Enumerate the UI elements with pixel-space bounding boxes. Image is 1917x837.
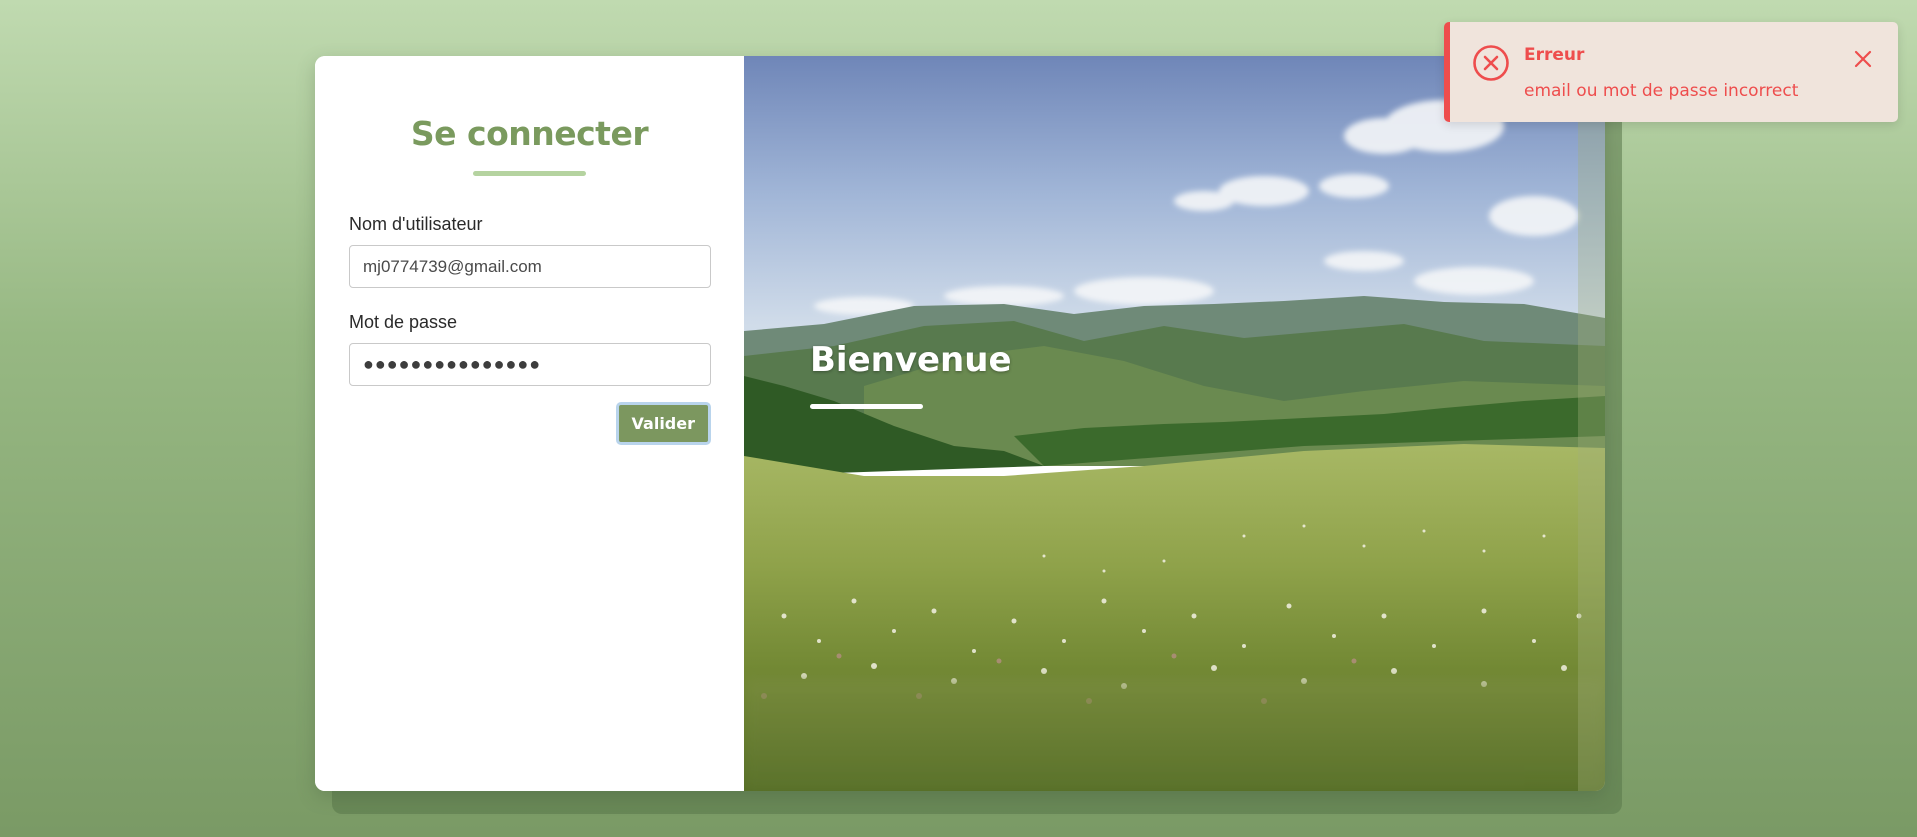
username-label: Nom d'utilisateur — [349, 214, 483, 234]
title-underline — [473, 171, 586, 176]
toast-message: email ou mot de passe incorrect — [1524, 81, 1799, 101]
password-input[interactable] — [349, 343, 711, 386]
welcome-heading: Bienvenue — [810, 340, 1012, 380]
password-label: Mot de passe — [349, 312, 458, 332]
error-circle-x-icon — [1473, 45, 1509, 81]
toast-title: Erreur — [1524, 45, 1585, 65]
welcome-underline — [810, 404, 923, 409]
login-form-panel: Se connecter Nom d'utilisateur Mot de pa… — [315, 56, 744, 791]
landscape-background-image — [744, 56, 1605, 791]
page-title: Se connecter — [410, 114, 649, 153]
login-card: Se connecter Nom d'utilisateur Mot de pa… — [315, 56, 1605, 791]
username-input[interactable] — [349, 245, 711, 288]
button-row: Valider — [349, 402, 711, 445]
error-toast: Erreur email ou mot de passe incorrect — [1444, 22, 1898, 122]
welcome-image-panel: Bienvenue — [744, 56, 1605, 791]
submit-button[interactable]: Valider — [615, 402, 711, 445]
close-icon[interactable] — [1852, 48, 1874, 70]
